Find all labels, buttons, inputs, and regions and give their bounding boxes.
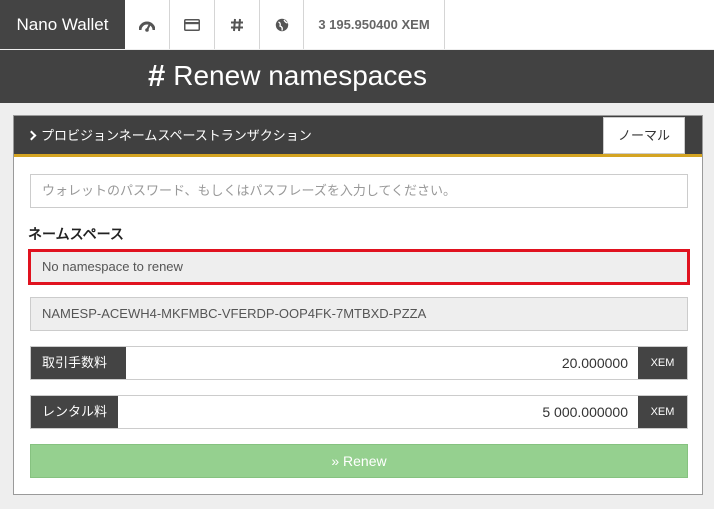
rental-fee-unit: XEM	[638, 396, 687, 428]
password-input[interactable]: ウォレットのパスワード、もしくはパスフレーズを入力してください。	[30, 174, 688, 208]
panel-title-text: プロビジョンネームスペーストランザクション	[41, 128, 312, 143]
fee-row: 取引手数料 20.000000 XEM	[30, 346, 688, 380]
balance-amount: 3 195.950400 XEM	[318, 17, 430, 32]
rental-fee-label: レンタル料	[31, 396, 118, 428]
hash-title-icon: #	[148, 58, 166, 93]
namespace-label: ネームスペース	[28, 226, 124, 242]
fee-value: 20.000000	[126, 347, 638, 379]
chevron-right-icon	[26, 130, 37, 141]
panel-header: プロビジョンネームスペーストランザクション ノーマル	[14, 116, 702, 157]
transaction-panel: プロビジョンネームスペーストランザクション ノーマル ウォレットのパスワード、も…	[13, 115, 703, 495]
dashboard-icon	[139, 21, 155, 32]
fee-label: 取引手数料	[31, 347, 126, 379]
services-button[interactable]	[260, 0, 304, 49]
dashboard-button[interactable]	[125, 0, 170, 49]
card-icon	[184, 18, 200, 31]
panel-title: プロビジョンネームスペーストランザクション	[26, 116, 312, 155]
hash-icon	[231, 18, 243, 31]
namespaces-button[interactable]	[215, 0, 260, 49]
page-header: # Renew namespaces	[0, 50, 714, 103]
page-title: # Renew namespaces	[148, 58, 427, 94]
top-nav: Nano Wallet 3 195.950400 XEM	[0, 0, 714, 49]
balance-display[interactable]: 3 195.950400 XEM	[304, 0, 445, 49]
page-title-text: Renew namespaces	[173, 60, 427, 91]
brand-logo[interactable]: Nano Wallet	[0, 0, 125, 49]
accounts-button[interactable]	[170, 0, 215, 49]
globe-icon	[275, 18, 288, 31]
rental-fee-row: レンタル料 5 000.000000 XEM	[30, 395, 688, 429]
sink-address-field: NAMESP-ACEWH4-MKFMBC-VFERDP-OOP4FK-7MTBX…	[30, 297, 688, 331]
rental-fee-value: 5 000.000000	[118, 396, 638, 428]
namespace-select[interactable]: No namespace to renew	[28, 249, 690, 285]
fee-unit: XEM	[638, 347, 687, 379]
renew-button[interactable]: » Renew	[30, 444, 688, 478]
mode-normal-button[interactable]: ノーマル	[603, 117, 685, 154]
